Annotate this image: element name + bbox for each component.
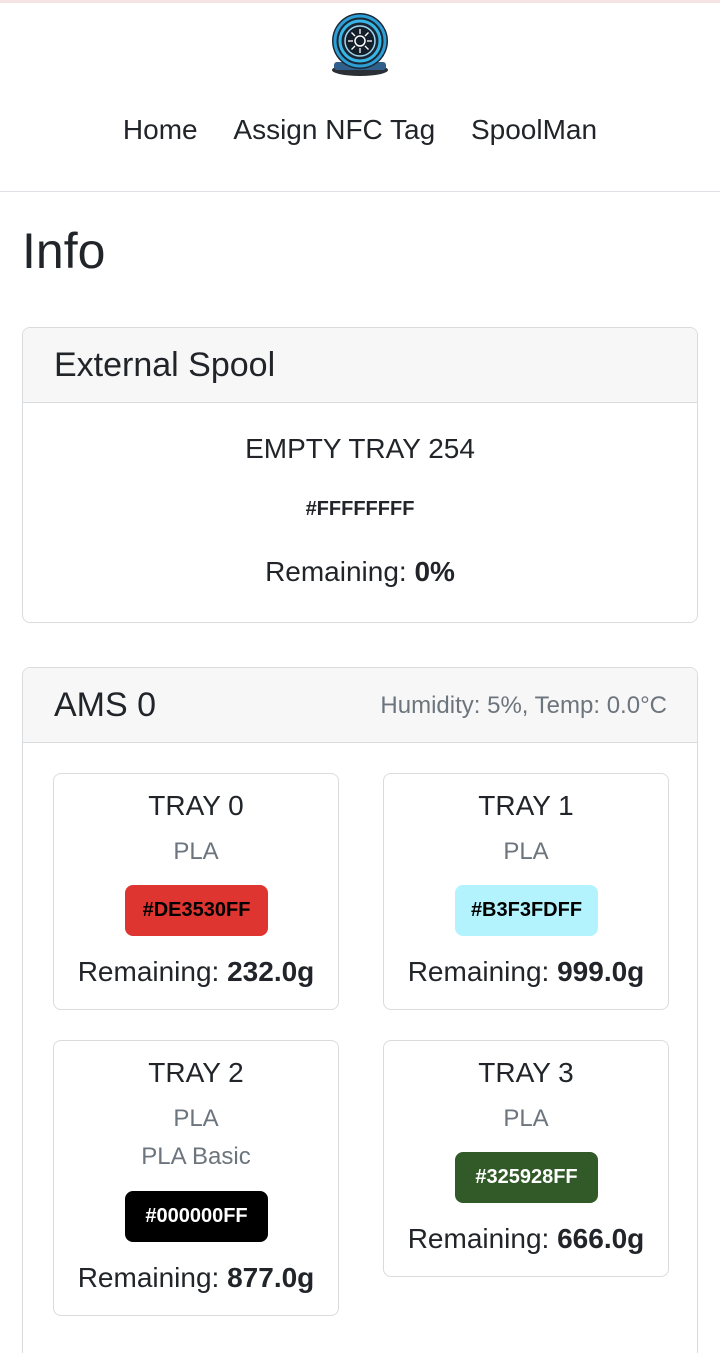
external-spool-name: EMPTY TRAY 254 (245, 433, 475, 464)
external-spool-remaining: Remaining: 0% (23, 556, 697, 588)
tray-remaining: Remaining: 999.0g (384, 956, 668, 988)
remaining-label: Remaining: (77, 956, 228, 987)
remaining-label: Remaining: (407, 1223, 558, 1254)
remaining-value: 999.0g (557, 956, 645, 987)
color-badge: #DE3530FF (125, 885, 268, 936)
tray-type: PLA (503, 1105, 549, 1132)
ams-title: AMS 0 (54, 686, 157, 724)
ams-card: AMS 0 Humidity: 5%, Temp: 0.0°C TRAY 0 P… (22, 667, 698, 1353)
tray-remaining: Remaining: 232.0g (54, 956, 338, 988)
remaining-label: Remaining: (407, 956, 558, 987)
nav-spoolman[interactable]: SpoolMan (471, 114, 597, 146)
main-nav: Home Assign NFC Tag SpoolMan (0, 114, 720, 154)
tray-subtype: PLA Basic (141, 1143, 251, 1170)
external-spool-title: External Spool (54, 346, 276, 384)
remaining-value: 666.0g (557, 1223, 645, 1254)
tray-card: TRAY 2 PLA PLA Basic #000000FF Remaining… (53, 1040, 339, 1316)
tray-name: TRAY 3 (478, 1057, 574, 1088)
card-header: AMS 0 Humidity: 5%, Temp: 0.0°C (23, 668, 697, 743)
color-badge: #325928FF (455, 1152, 598, 1203)
tray-type: PLA (173, 838, 219, 865)
color-badge: #B3F3FDFF (455, 885, 598, 936)
remaining-value: 0% (414, 556, 455, 587)
navbar: Home Assign NFC Tag SpoolMan (0, 0, 720, 192)
ams-status: Humidity: 5%, Temp: 0.0°C (380, 692, 667, 719)
card-header: External Spool (23, 328, 697, 403)
external-spool-color: #FFFFFFFF (305, 498, 415, 520)
tray-remaining: Remaining: 877.0g (54, 1262, 338, 1294)
remaining-value: 232.0g (227, 956, 315, 987)
color-badge: #000000FF (125, 1191, 268, 1242)
tray-card: TRAY 1 PLA #B3F3FDFF Remaining: 999.0g (383, 773, 669, 1010)
tray-type: PLA (503, 838, 549, 865)
tray-name: TRAY 0 (148, 790, 244, 821)
tray-card: TRAY 3 PLA #325928FF Remaining: 666.0g (383, 1040, 669, 1277)
tray-name: TRAY 2 (148, 1057, 244, 1088)
tray-name: TRAY 1 (478, 790, 574, 821)
nav-home[interactable]: Home (123, 114, 198, 146)
tray-type: PLA (173, 1105, 219, 1132)
tray-remaining: Remaining: 666.0g (384, 1223, 668, 1255)
tray-card: TRAY 0 PLA #DE3530FF Remaining: 232.0g (53, 773, 339, 1010)
remaining-label: Remaining: (265, 556, 415, 587)
nav-assign-nfc-tag[interactable]: Assign NFC Tag (233, 114, 435, 146)
spool-logo-icon[interactable] (330, 10, 390, 80)
remaining-label: Remaining: (77, 1262, 228, 1293)
page-title: Info (22, 223, 106, 279)
external-spool-card: External Spool EMPTY TRAY 254 #FFFFFFFF … (22, 327, 698, 623)
remaining-value: 877.0g (227, 1262, 315, 1293)
